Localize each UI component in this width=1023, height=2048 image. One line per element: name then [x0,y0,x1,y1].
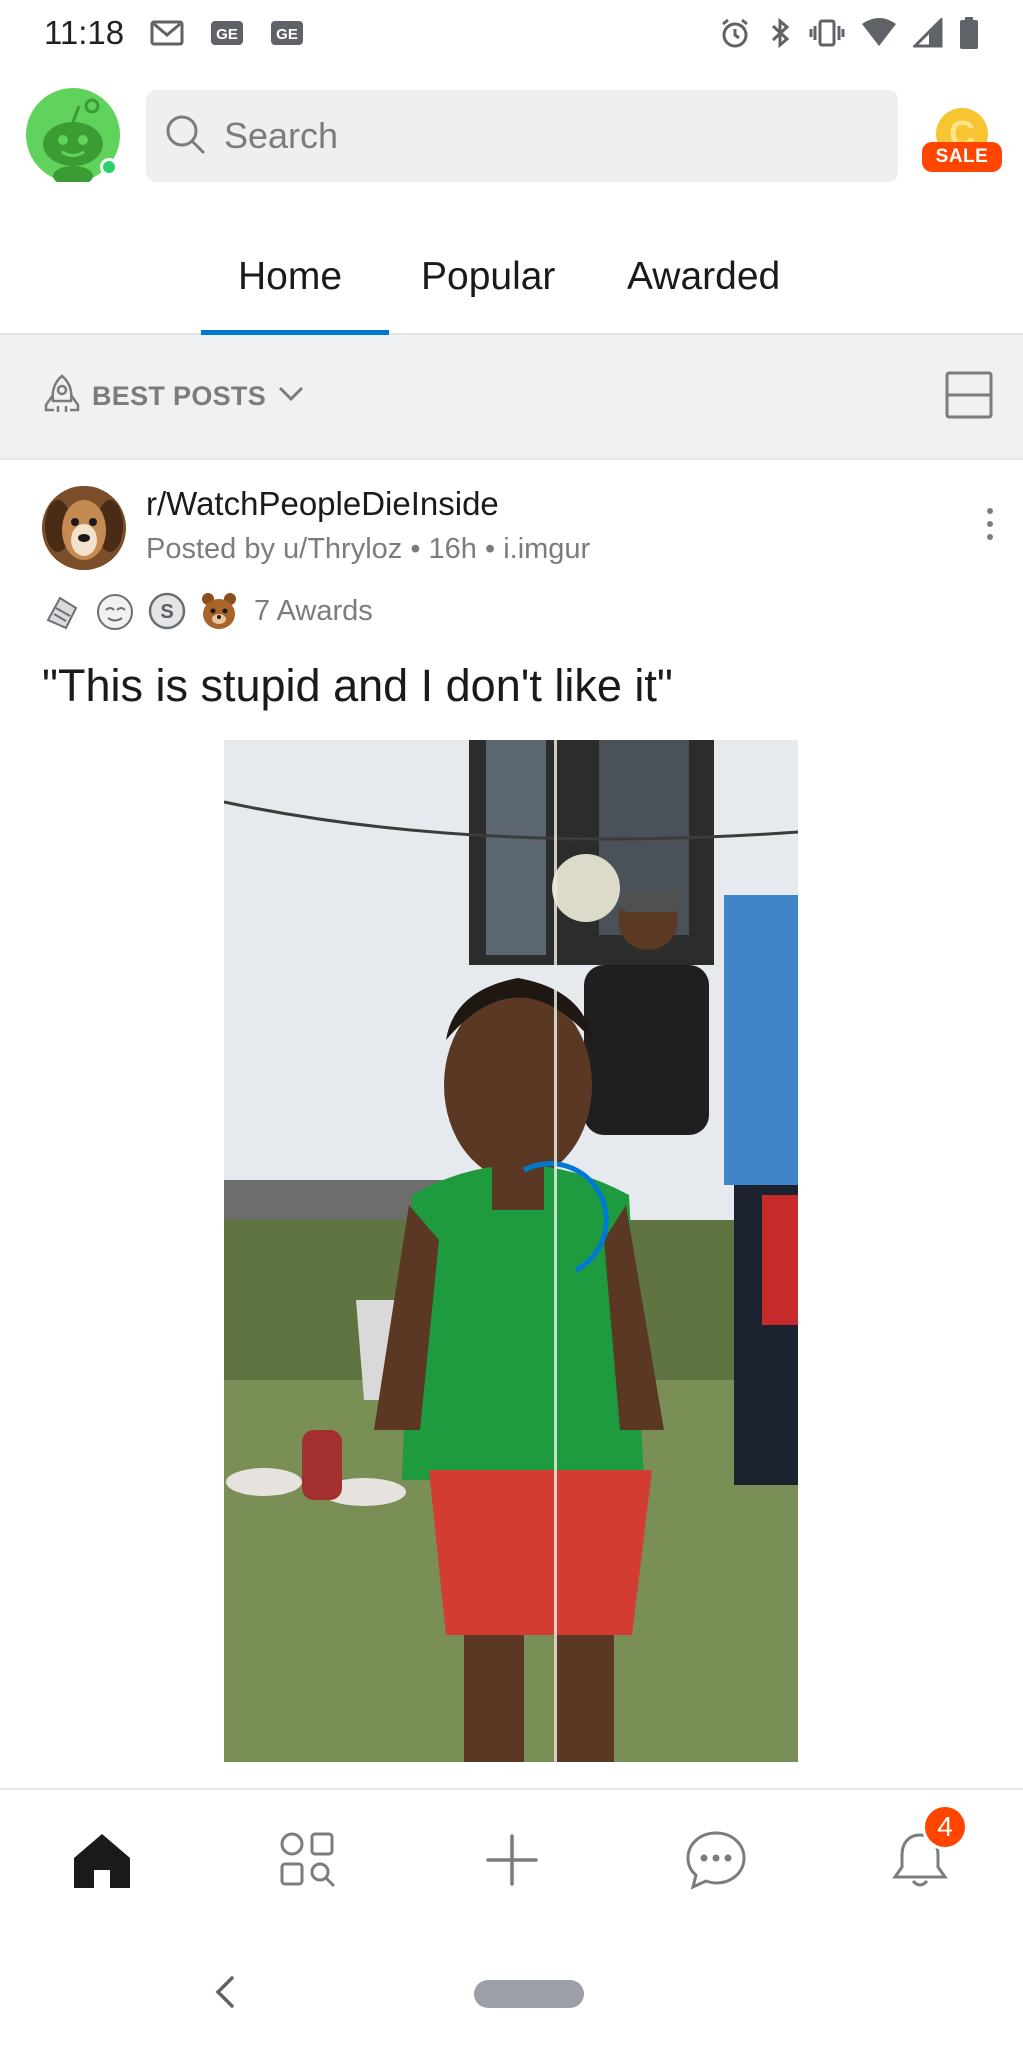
ge-icon: GE [210,20,244,46]
post-meta: Posted by u/Thryloz • 16h • i.imgur [146,533,591,565]
nav-home-icon[interactable] [62,1820,142,1900]
back-icon[interactable] [212,1974,238,2015]
sort-dropdown[interactable]: BEST POSTS [42,373,306,420]
more-options-icon[interactable] [985,508,995,540]
nav-chat-icon[interactable] [676,1820,756,1900]
awards-row[interactable]: S 7 Awards [42,590,373,632]
sort-label: BEST POSTS [92,381,267,411]
subreddit-name[interactable]: r/WatchPeopleDieInside [146,485,499,523]
rocket-icon [42,373,82,420]
svg-text:S: S [160,601,173,623]
search-input[interactable]: Search [146,90,898,182]
status-right [719,16,979,50]
vibrate-icon [809,18,845,48]
svg-text:GE: GE [276,26,298,43]
tab-awarded[interactable]: Awarded [627,255,780,299]
feed-tabs: Home Popular Awarded [0,215,1023,335]
video-frame-image [224,740,798,1762]
award-face-icon [94,590,136,632]
coin-sale-button[interactable]: C SALE [922,108,1002,178]
alarm-icon [719,17,751,49]
home-pill-button[interactable] [474,1980,584,2008]
system-navigation-bar [0,1928,1023,2048]
post-title[interactable]: "This is stupid and I don't like it" [42,660,673,712]
wifi-icon [861,18,897,48]
ge-icon: GE [270,20,304,46]
status-left: 11:18 GE GE [44,14,304,52]
nav-discover-icon[interactable] [268,1820,348,1900]
bluetooth-icon [767,17,793,49]
gmail-icon [150,20,184,46]
status-time: 11:18 [44,14,125,51]
post-video[interactable] [224,740,798,1762]
signal-icon [913,18,943,48]
status-bar: 11:18 GE GE [0,0,1023,66]
award-hand-icon [42,590,84,632]
nav-create-icon[interactable] [472,1820,552,1900]
app-header: Search C SALE [0,80,1023,195]
online-indicator [100,158,118,176]
nav-inbox-icon[interactable]: 4 [880,1804,968,1900]
sale-badge: SALE [922,142,1002,172]
battery-icon [959,16,979,50]
search-icon [164,113,206,160]
award-silver-icon: S [146,590,188,632]
award-bear-icon [198,590,240,632]
notification-badge: 4 [922,1804,968,1850]
tab-home[interactable]: Home [238,255,342,299]
svg-text:GE: GE [216,26,238,43]
user-avatar[interactable] [26,88,120,186]
subreddit-avatar[interactable] [42,486,126,570]
post-card[interactable]: r/WatchPeopleDieInside Posted by u/Thryl… [0,460,1023,1788]
search-placeholder: Search [224,115,339,156]
video-divider-line [554,740,557,1762]
sort-bar: BEST POSTS [0,335,1023,460]
card-layout-icon[interactable] [945,371,993,424]
tab-popular[interactable]: Popular [421,255,555,299]
chevron-down-icon [276,384,306,409]
awards-count: 7 Awards [254,594,373,627]
dog-avatar-icon [42,486,126,570]
bottom-navigation: 4 [0,1788,1023,1928]
